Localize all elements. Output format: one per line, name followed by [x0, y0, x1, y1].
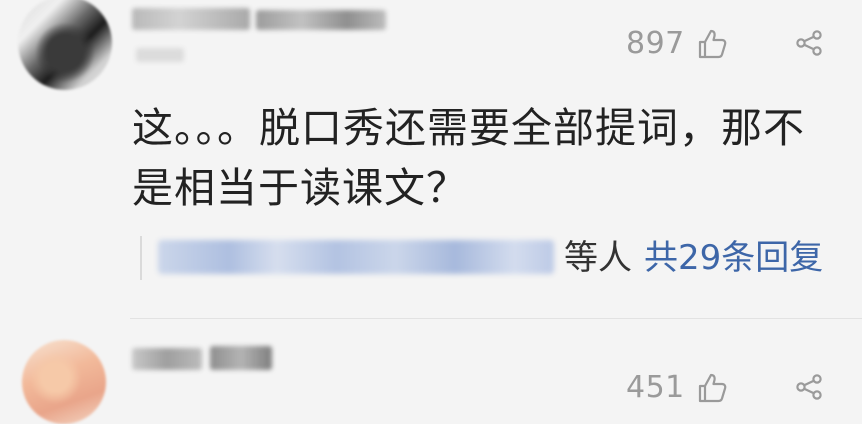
like-button[interactable]: 451 [626, 370, 729, 405]
comment-text: 这。。。脱口秀还需要全部提词，那不是相当于读课文？ [132, 104, 805, 212]
username-blurred[interactable] [132, 8, 250, 30]
thumbs-up-outline-icon [698, 29, 727, 58]
reply-suffix-text: 等人 [564, 238, 632, 278]
username-blurred[interactable] [132, 348, 202, 370]
username-blurred[interactable] [210, 346, 272, 370]
share-icon[interactable] [794, 372, 824, 402]
reply-indicator-bar [140, 236, 142, 280]
thumbs-up-outline-icon [698, 373, 727, 402]
username-blurred[interactable] [256, 10, 386, 30]
comment-divider [130, 318, 862, 319]
reply-preview[interactable]: 等人 共29条回复 [140, 232, 823, 284]
reply-usernames-blurred[interactable] [158, 240, 554, 274]
share-icon[interactable] [794, 28, 824, 58]
avatar[interactable] [18, 0, 112, 90]
user-meta-blurred [136, 48, 184, 62]
view-replies-link[interactable]: 共29条回复 [644, 238, 823, 278]
avatar[interactable] [22, 340, 106, 424]
like-count: 451 [626, 370, 685, 405]
comment-item: 451 [0, 322, 862, 424]
like-count: 897 [626, 26, 685, 61]
reply-summary: 等人 共29条回复 [564, 232, 823, 284]
comment-item: 897 这。。。脱口秀还需要全部提词，那不是相当于读课文？ 等人 共29条回复 [0, 0, 862, 320]
like-button[interactable]: 897 [626, 26, 729, 61]
